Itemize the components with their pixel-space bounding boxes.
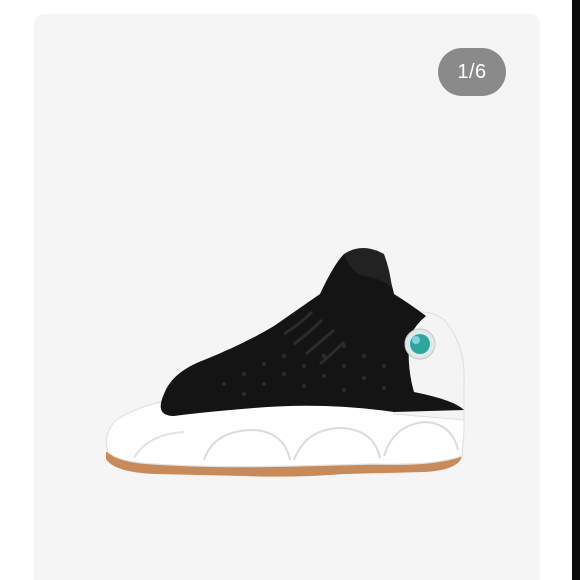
- image-counter-badge: 1/6: [438, 48, 506, 96]
- product-image-gallery[interactable]: 1/6: [34, 14, 540, 580]
- product-gallery-screen: 1/6: [0, 0, 580, 580]
- sneaker-image[interactable]: [94, 224, 474, 484]
- screen-edge: [572, 0, 580, 580]
